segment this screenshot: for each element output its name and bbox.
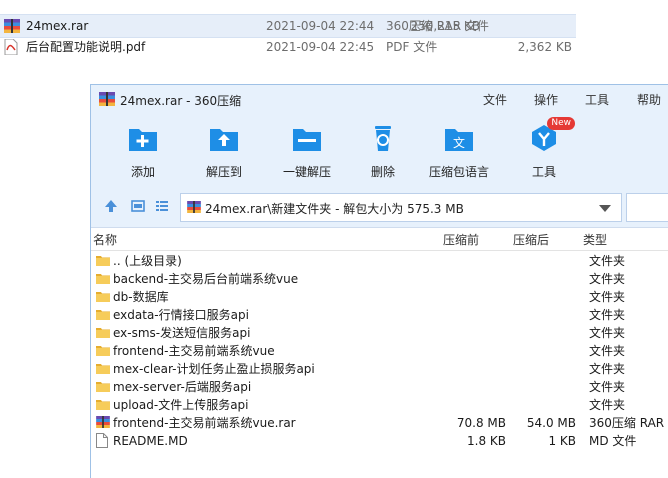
file-type: 文件夹 bbox=[589, 344, 626, 358]
file-row[interactable]: exdata-行情接口服务api 文件夹 bbox=[91, 306, 668, 324]
extract-to-icon bbox=[207, 123, 241, 153]
search-input[interactable] bbox=[626, 193, 668, 222]
file-name: mex-server-后端服务api bbox=[113, 380, 252, 394]
file-row[interactable]: README.MD 1.8 KB 1 KB MD 文件 bbox=[91, 432, 668, 450]
file-name: frontend-主交易前端系统vue bbox=[113, 344, 275, 358]
menu-operate[interactable]: 操作 bbox=[534, 91, 558, 108]
background-file-row[interactable]: 后台配置功能说明.pdf 2021-09-04 22:45 PDF 文件 2,362 … bbox=[0, 36, 668, 58]
col-packed[interactable]: 压缩后 bbox=[513, 230, 549, 250]
file-type: 文件夹 bbox=[589, 272, 626, 286]
delete-label: 删除 bbox=[370, 165, 395, 179]
file-row[interactable]: .. (上级目录) 文件夹 bbox=[91, 252, 668, 270]
one-click-extract-icon bbox=[290, 123, 324, 153]
tools-icon: New bbox=[527, 117, 575, 153]
file-packed-size: 54.0 MB bbox=[526, 416, 576, 430]
pdf-icon bbox=[4, 38, 18, 62]
tools-label: 工具 bbox=[531, 165, 556, 179]
one-click-extract-button[interactable]: 一键解压 bbox=[272, 123, 342, 180]
file-name: ex-sms-发送短信服务api bbox=[113, 326, 251, 340]
file-type: 文件夹 bbox=[589, 326, 626, 340]
file-type: 文件夹 bbox=[589, 362, 626, 376]
chevron-down-icon[interactable] bbox=[599, 205, 611, 212]
extract-to-label: 解压到 bbox=[205, 165, 242, 179]
up-arrow-icon[interactable] bbox=[104, 199, 118, 216]
file-type: 文件夹 bbox=[589, 290, 626, 304]
file-compressed-size: 70.8 MB bbox=[456, 416, 506, 430]
file-name: backend-主交易后台前端系统vue bbox=[113, 272, 299, 286]
tools-button[interactable]: New 工具 bbox=[509, 117, 579, 180]
delete-button[interactable]: 删除 bbox=[348, 123, 418, 180]
file-row[interactable]: backend-主交易后台前端系统vue 文件夹 bbox=[91, 270, 668, 288]
title-bar[interactable]: 24mex.rar - 360压缩 文件 操作 工具 帮助 bbox=[91, 85, 668, 115]
file-date: 2021-09-04 22:45 bbox=[266, 40, 375, 54]
rar-app-icon bbox=[99, 92, 115, 109]
menu-tools[interactable]: 工具 bbox=[585, 91, 609, 108]
column-header: 名称 压缩前 压缩后 类型 bbox=[91, 230, 668, 251]
add-button[interactable]: 添加 bbox=[108, 123, 178, 180]
col-compressed[interactable]: 压缩前 bbox=[443, 230, 479, 250]
col-name[interactable]: 名称 bbox=[93, 230, 117, 250]
file-name: frontend-主交易前端系统vue.rar bbox=[113, 416, 296, 430]
file-type: 文件夹 bbox=[589, 254, 626, 268]
view-mode-icon[interactable] bbox=[131, 199, 145, 216]
file-name: exdata-行情接口服务api bbox=[113, 308, 249, 322]
file-type: 文件夹 bbox=[589, 398, 626, 412]
menu-file[interactable]: 文件 bbox=[483, 91, 507, 108]
file-type: 文件夹 bbox=[589, 380, 626, 394]
add-icon bbox=[126, 123, 160, 153]
file-type: PDF 文件 bbox=[386, 40, 438, 54]
file-compressed-size: 1.8 KB bbox=[467, 434, 506, 448]
toolbar: 添加 解压到 一键解压 删除 文 压缩包语言 New 工具 bbox=[91, 115, 668, 187]
file-packed-size: 1 KB bbox=[548, 434, 576, 448]
file-row[interactable]: frontend-主交易前端系统vue.rar 70.8 MB 54.0 MB 360… bbox=[91, 414, 668, 432]
language-pack-label: 压缩包语言 bbox=[428, 165, 489, 179]
menu-help[interactable]: 帮助 bbox=[637, 91, 661, 108]
file-name: .. (上级目录) bbox=[113, 254, 182, 268]
rar-icon bbox=[187, 201, 201, 216]
address-bar: 24mex.rar\新建文件夹 - 解包大小为 575.3 MB bbox=[91, 187, 668, 228]
file-row[interactable]: ex-sms-发送短信服务api 文件夹 bbox=[91, 324, 668, 342]
file-type: MD 文件 bbox=[589, 434, 637, 448]
file-size: 250,215 KB bbox=[410, 19, 480, 33]
extract-to-button[interactable]: 解压到 bbox=[189, 123, 259, 180]
list-view-icon[interactable] bbox=[155, 199, 169, 216]
add-label: 添加 bbox=[130, 165, 155, 179]
file-icon bbox=[96, 433, 108, 453]
file-date: 2021-09-04 22:44 bbox=[266, 19, 375, 33]
svg-text:文: 文 bbox=[453, 135, 465, 150]
file-name: README.MD bbox=[113, 434, 188, 448]
rar-icon bbox=[96, 415, 110, 433]
file-list: .. (上级目录) 文件夹 backend-主交易后台前端系统vue 文件夹 db-数据… bbox=[91, 252, 668, 450]
background-file-row[interactable]: 24mex.rar 2021-09-04 22:44 360压缩 RAR 文件 250… bbox=[0, 14, 576, 38]
file-name: mex-clear-计划任务止盈止损服务api bbox=[113, 362, 315, 376]
new-badge: New bbox=[547, 117, 575, 130]
file-row[interactable]: upload-文件上传服务api 文件夹 bbox=[91, 396, 668, 414]
path-field[interactable]: 24mex.rar\新建文件夹 - 解包大小为 575.3 MB bbox=[180, 193, 622, 222]
file-name: 24mex.rar bbox=[26, 19, 89, 33]
language-pack-button[interactable]: 文 压缩包语言 bbox=[424, 123, 494, 180]
file-type: 360压缩 RAR 文 bbox=[589, 416, 668, 430]
file-name: 后台配置功能说明.pdf bbox=[26, 40, 146, 54]
file-name: db-数据库 bbox=[113, 290, 169, 304]
file-row[interactable]: mex-clear-计划任务止盈止损服务api 文件夹 bbox=[91, 360, 668, 378]
file-type: 文件夹 bbox=[589, 308, 626, 322]
one-click-extract-label: 一键解压 bbox=[282, 165, 331, 179]
col-type[interactable]: 类型 bbox=[583, 230, 607, 250]
path-text: 24mex.rar\新建文件夹 - 解包大小为 575.3 MB bbox=[205, 202, 464, 216]
window-title: 24mex.rar - 360压缩 bbox=[120, 94, 242, 108]
file-row[interactable]: db-数据库 文件夹 bbox=[91, 288, 668, 306]
file-row[interactable]: mex-server-后端服务api 文件夹 bbox=[91, 378, 668, 396]
file-name: upload-文件上传服务api bbox=[113, 398, 249, 412]
file-row[interactable]: frontend-主交易前端系统vue 文件夹 bbox=[91, 342, 668, 360]
archive-window: 24mex.rar - 360压缩 文件 操作 工具 帮助 添加 解压到 一键解… bbox=[90, 84, 668, 478]
file-size: 2,362 KB bbox=[517, 40, 572, 54]
recycle-bin-icon bbox=[366, 123, 400, 153]
language-icon: 文 bbox=[442, 123, 476, 153]
